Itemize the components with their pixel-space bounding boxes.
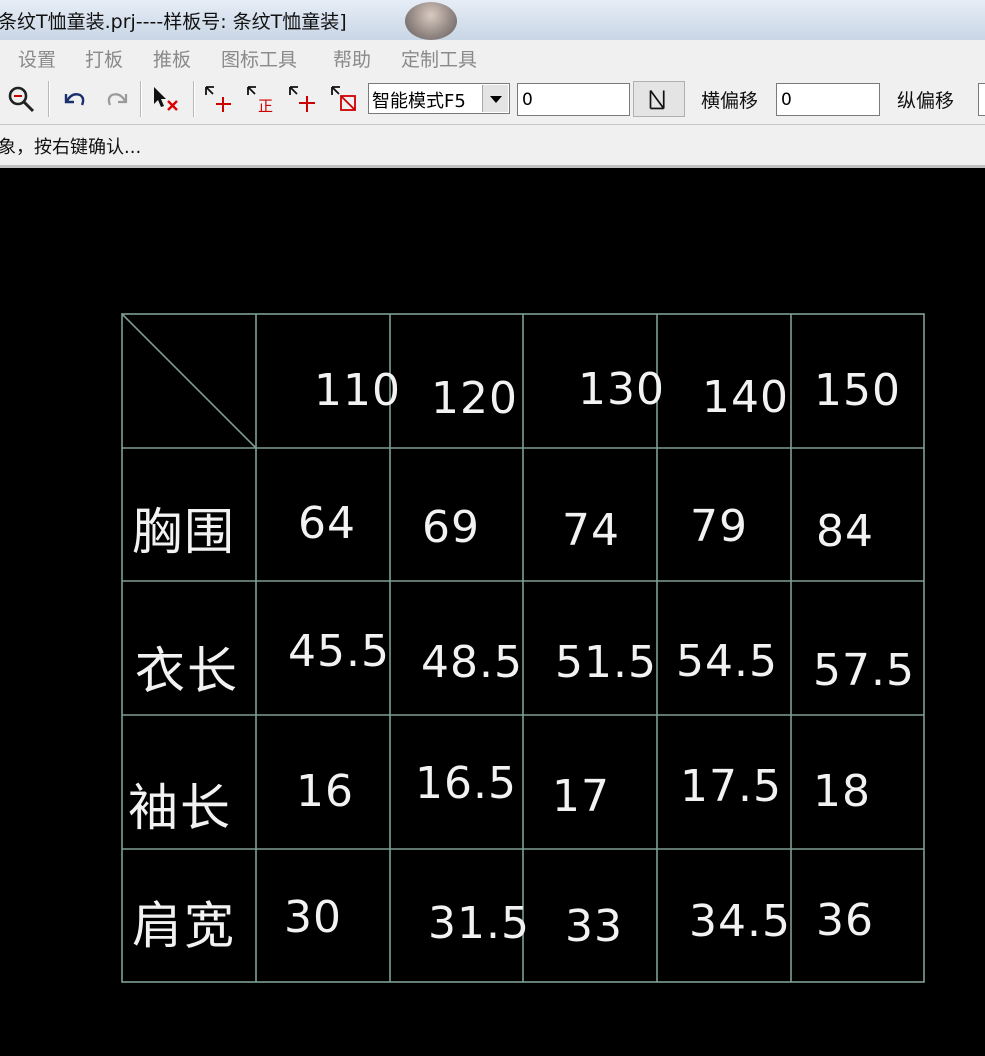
size-header-130: 130 [578, 364, 665, 415]
size-header-150: 150 [814, 365, 901, 416]
chevron-down-icon[interactable] [482, 85, 508, 112]
cell-length-130: 51.5 [555, 637, 657, 688]
svg-text:正: 正 [258, 97, 273, 114]
cell-shoulder-110: 30 [284, 892, 342, 943]
cell-chest-130: 74 [562, 505, 620, 556]
cell-shoulder-130: 33 [565, 901, 623, 952]
window-title: 条纹T恤童装.prj----样板号: 条纹T恤童装] [0, 11, 347, 33]
redo-icon[interactable] [102, 84, 132, 114]
align-point-icon[interactable]: 正 [245, 84, 275, 114]
select-delete-icon[interactable] [150, 84, 180, 114]
menu-help[interactable]: 帮助 [333, 45, 371, 72]
cell-sleeve-110: 16 [296, 766, 354, 817]
row-label-length: 衣长 [135, 642, 239, 700]
undo-icon[interactable] [60, 84, 90, 114]
mode-select-value: 智能模式F5 [372, 91, 466, 112]
v-offset-field[interactable] [978, 83, 985, 116]
size-header-110: 110 [314, 365, 401, 416]
cell-chest-120: 69 [422, 502, 480, 553]
h-offset-label: 横偏移 [701, 90, 759, 112]
cell-length-120: 48.5 [421, 637, 523, 688]
mirror-icon [649, 89, 665, 110]
status-bar: 象，按右键确认... [0, 125, 985, 168]
cell-shoulder-140: 34.5 [689, 896, 791, 947]
cell-sleeve-150: 18 [813, 766, 871, 817]
cell-length-140: 54.5 [676, 636, 778, 687]
size-header-120: 120 [431, 373, 518, 424]
size-header-140: 140 [702, 372, 789, 423]
menu-grading[interactable]: 推板 [153, 45, 191, 72]
toolbar: 正 智能模式F5 横偏移 纵偏移 [0, 73, 985, 125]
cell-chest-150: 84 [816, 506, 874, 557]
cell-sleeve-120: 16.5 [415, 758, 517, 809]
cell-length-150: 57.5 [813, 645, 915, 696]
menu-bar: 设置 打板 推板 图标工具 帮助 定制工具 [0, 40, 985, 74]
menu-custom-tools[interactable]: 定制工具 [401, 45, 477, 72]
row-label-sleeve: 袖长 [128, 779, 232, 837]
cell-shoulder-120: 31.5 [428, 898, 530, 949]
v-offset-label: 纵偏移 [897, 90, 955, 112]
cell-sleeve-140: 17.5 [680, 761, 782, 812]
h-offset-field[interactable] [776, 83, 880, 116]
cell-chest-140: 79 [690, 501, 748, 552]
cell-sleeve-130: 17 [552, 771, 610, 822]
value-input[interactable] [518, 84, 629, 115]
h-offset-input[interactable] [777, 84, 879, 115]
title-bar: 条纹T恤童装.prj----样板号: 条纹T恤童装] [0, 0, 985, 40]
menu-settings[interactable]: 设置 [18, 45, 56, 72]
add-point-icon[interactable] [287, 84, 317, 114]
zoom-icon[interactable] [6, 84, 36, 114]
cell-chest-110: 64 [298, 498, 356, 549]
mirror-button[interactable] [633, 81, 685, 117]
row-label-shoulder: 肩宽 [132, 897, 236, 955]
status-message: 象，按右键确认... [0, 137, 142, 158]
drawing-canvas[interactable]: 110 120 130 140 150 胸围 64 69 74 79 84 衣长… [0, 168, 985, 1056]
menu-icon-tools[interactable]: 图标工具 [221, 45, 297, 72]
toolbar-separator [48, 81, 50, 117]
mode-select[interactable]: 智能模式F5 [368, 83, 510, 114]
value-field[interactable] [517, 83, 630, 116]
cell-length-110: 45.5 [288, 626, 390, 677]
move-point-icon[interactable] [203, 84, 233, 114]
cell-shoulder-150: 36 [816, 895, 874, 946]
header-diagonal [121, 313, 257, 449]
toolbar-separator [193, 81, 195, 117]
row-label-chest: 胸围 [132, 503, 236, 561]
menu-drafting[interactable]: 打板 [85, 45, 123, 72]
delete-point-icon[interactable] [329, 84, 359, 114]
toolbar-separator [140, 81, 142, 117]
avatar [405, 2, 457, 40]
